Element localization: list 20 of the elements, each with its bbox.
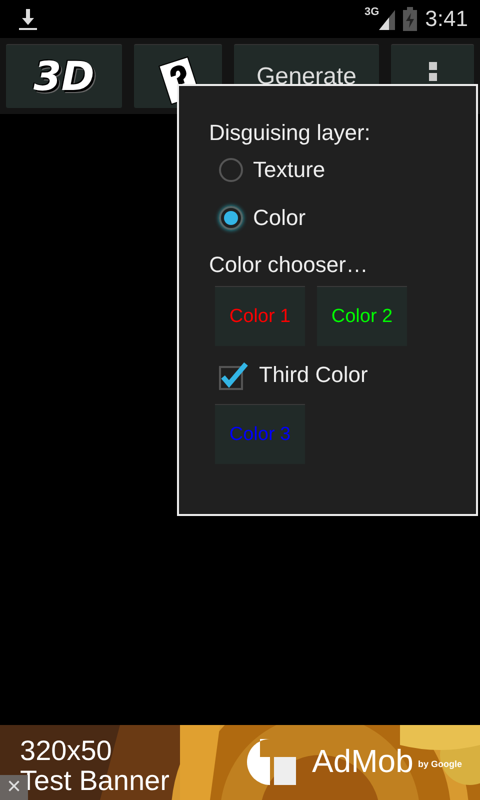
option-label[interactable]: Texture bbox=[253, 157, 326, 183]
banner-text: 320x50 bbox=[20, 737, 112, 765]
logo-button[interactable]: 3D bbox=[6, 44, 122, 108]
color-button[interactable]: Color 2 bbox=[317, 286, 407, 346]
radio-button[interactable] bbox=[219, 206, 243, 230]
network-type: 3G bbox=[364, 6, 380, 18]
download-icon bbox=[18, 7, 38, 31]
checkbox-label[interactable]: Third Color bbox=[259, 362, 368, 388]
section-heading: Disguising layer: bbox=[209, 120, 372, 146]
section-heading: Color chooser… bbox=[209, 252, 369, 278]
brand-name: AdMob bbox=[312, 743, 414, 780]
checkbox[interactable] bbox=[219, 360, 249, 390]
color-button[interactable]: Color 1 bbox=[215, 286, 305, 346]
battery-icon bbox=[403, 7, 418, 31]
radio-button[interactable] bbox=[219, 158, 243, 182]
option-label[interactable]: Color bbox=[253, 205, 306, 231]
clock: 3:41 bbox=[425, 6, 468, 32]
signal-icon bbox=[379, 8, 396, 30]
close-button[interactable]: × bbox=[0, 775, 28, 800]
byline: by Google bbox=[418, 759, 462, 769]
